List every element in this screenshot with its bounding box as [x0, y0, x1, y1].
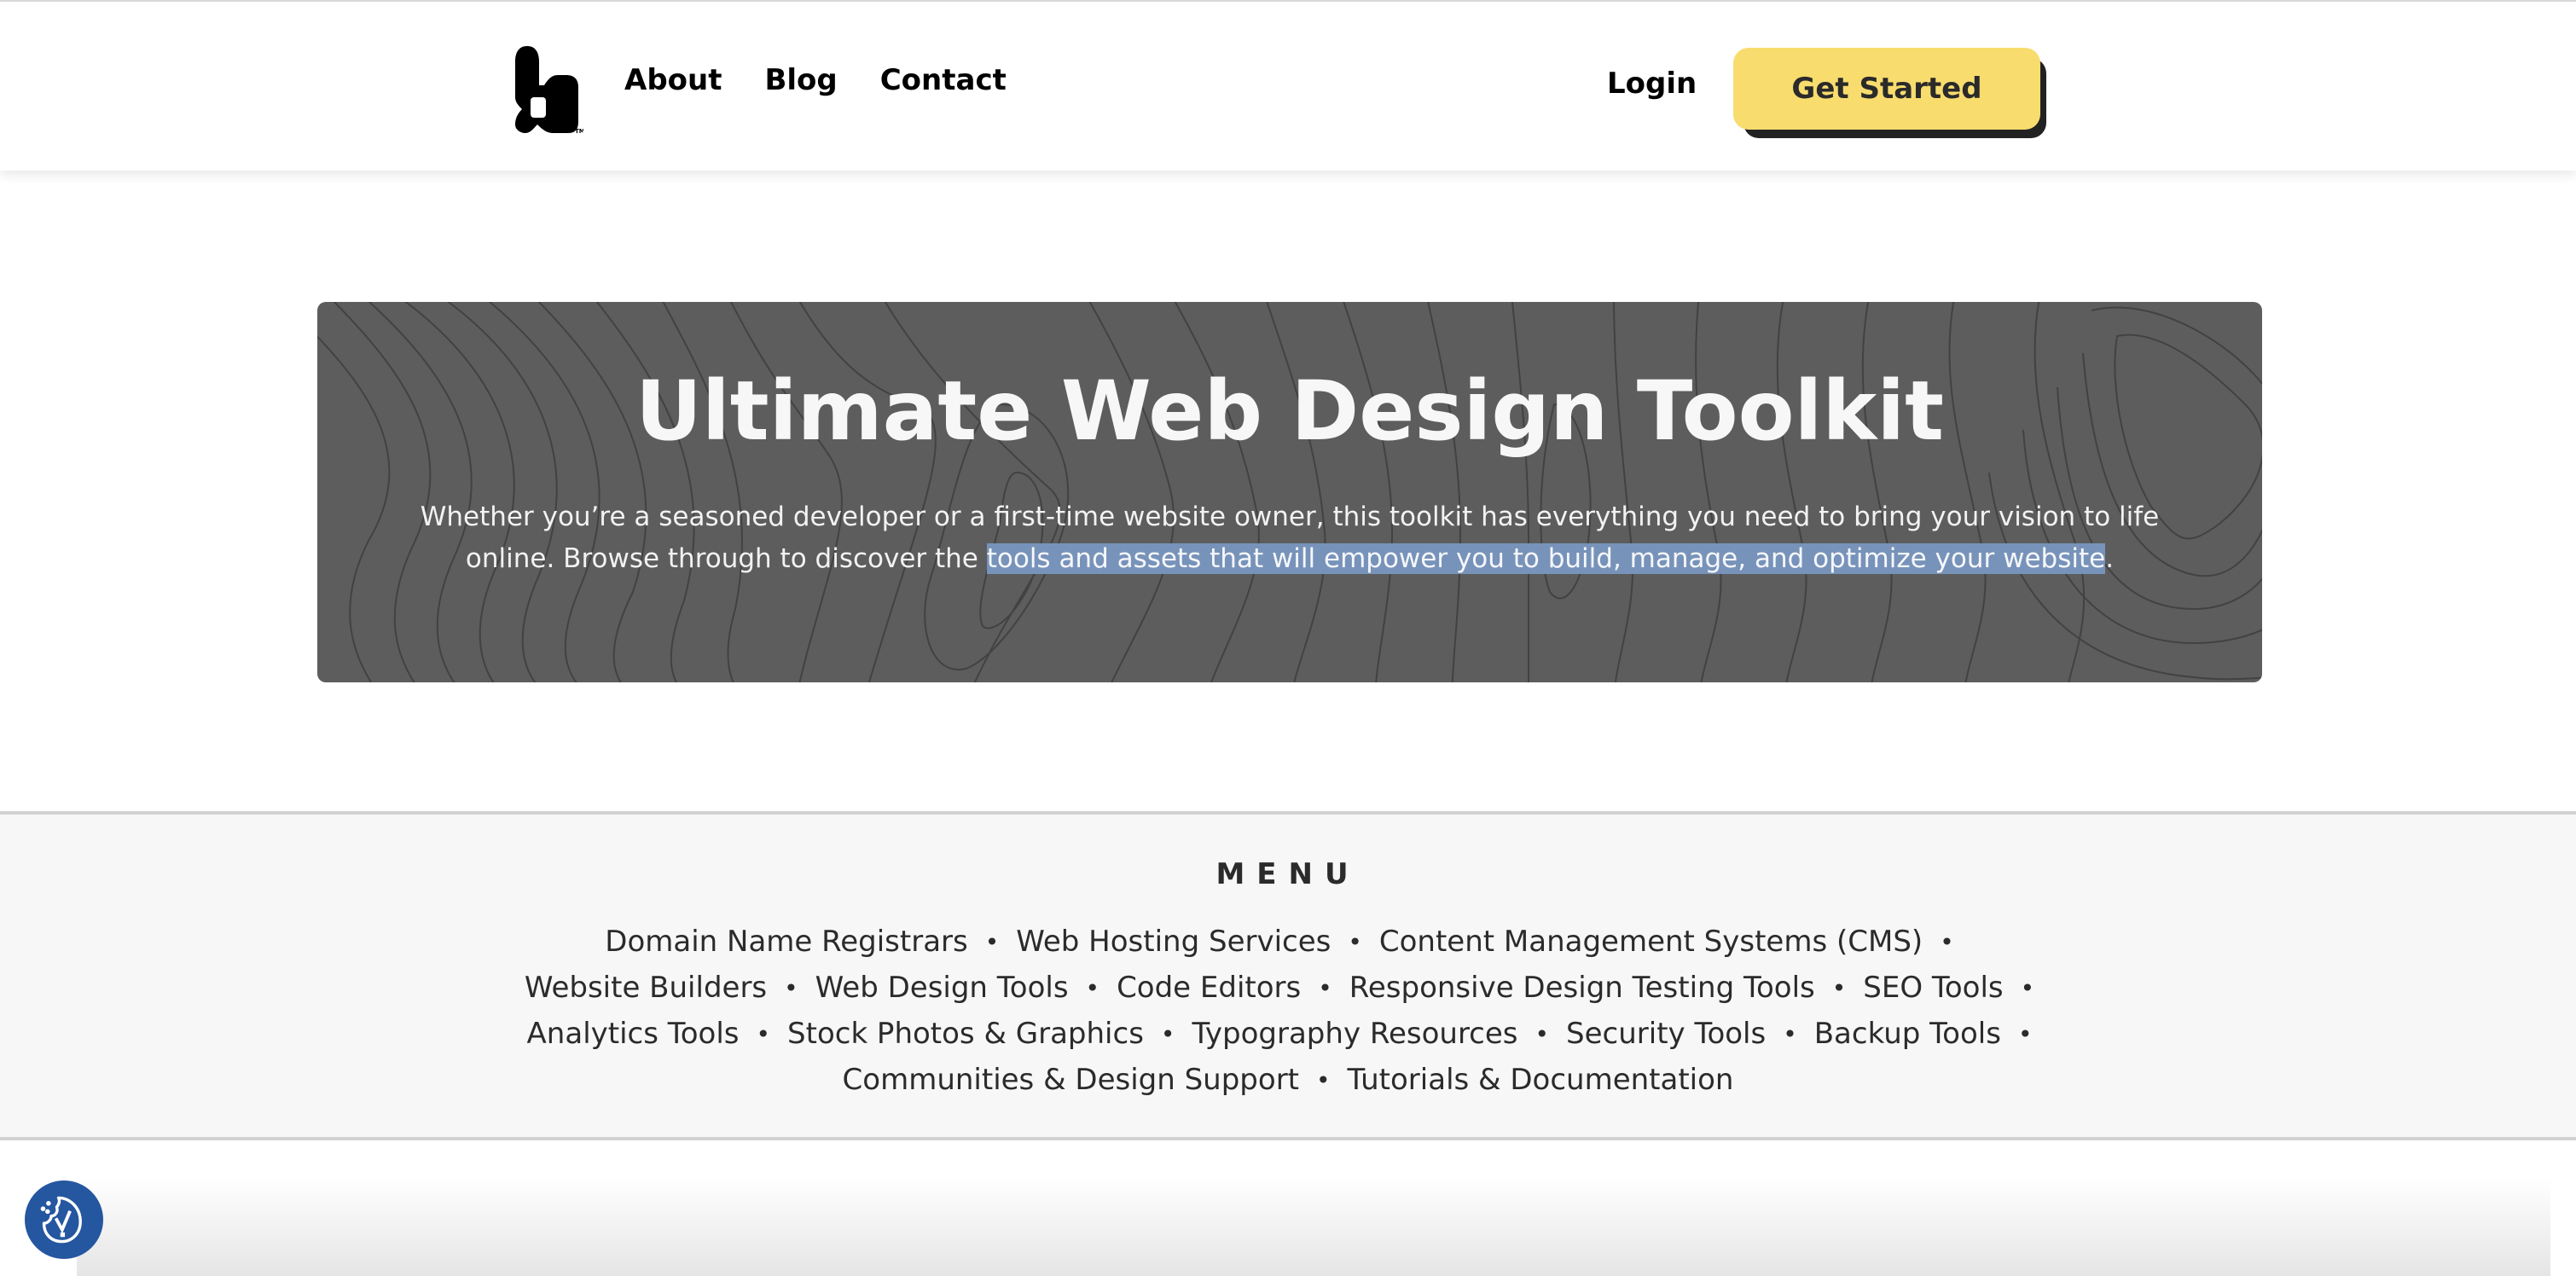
menu-line: Communities & Design Support • Tutorials &… — [0, 1057, 2576, 1103]
menu-line: Domain Name Registrars • Web Hosting Servi… — [0, 919, 2576, 965]
menu-link[interactable]: Tutorials & Documentation — [1348, 1063, 1734, 1097]
hero-banner: Ultimate Web Design Toolkit Whether you’… — [317, 302, 2262, 682]
menu-link[interactable]: Web Hosting Services — [1016, 925, 1331, 959]
menu-link[interactable]: Stock Photos & Graphics — [787, 1017, 1144, 1051]
menu-separator: • — [2017, 1019, 2033, 1048]
menu-separator: • — [1160, 1019, 1175, 1048]
menu-link[interactable]: Communities & Design Support — [843, 1063, 1299, 1097]
get-started-wrapper: Get Started — [1733, 48, 2047, 138]
main-nav: About Blog Contact — [624, 63, 1007, 97]
menu-separator: • — [1318, 973, 1332, 1002]
menu-link[interactable]: Code Editors — [1117, 971, 1301, 1005]
topographic-pattern — [317, 302, 2262, 682]
menu-separator: • — [984, 927, 1000, 956]
hero-description-line1: Whether you’re a seasoned developer or a… — [420, 502, 2160, 532]
menu-separator: • — [1348, 927, 1362, 956]
menu-separator: • — [1316, 1065, 1331, 1094]
menu-separator: • — [1831, 973, 1847, 1002]
menu-link[interactable]: SEO Tools — [1863, 971, 2003, 1005]
site-header: TM About Blog Contact Login Get Started — [0, 0, 2576, 171]
menu-heading: MENU — [1215, 857, 1361, 891]
menu-separator: • — [1535, 1019, 1550, 1048]
menu-link[interactable]: Security Tools — [1566, 1017, 1766, 1051]
menu-line: Website Builders • Web Design Tools • Code E… — [0, 965, 2576, 1011]
selected-text: tools and assets that will empower you t… — [986, 543, 2106, 574]
menu-link[interactable]: Backup Tools — [1814, 1017, 2001, 1051]
menu-separator: • — [756, 1019, 771, 1048]
menu-separator: • — [784, 973, 798, 1002]
menu-section: MENU Domain Name Registrars • Web Hosting … — [0, 811, 2576, 1140]
menu-link[interactable]: Analytics Tools — [527, 1017, 740, 1051]
menu-separator: • — [1783, 1019, 1797, 1048]
nav-blog[interactable]: Blog — [764, 63, 837, 97]
menu-link[interactable]: Typography Resources — [1192, 1017, 1517, 1051]
menu-separator: • — [1940, 927, 1954, 956]
menu-link[interactable]: Website Builders — [525, 971, 767, 1005]
login-link[interactable]: Login — [1607, 67, 1697, 101]
menu-link[interactable]: Responsive Design Testing Tools — [1349, 971, 1815, 1005]
menu-links: Domain Name Registrars • Web Hosting Servi… — [0, 919, 2576, 1103]
logo-icon: TM — [515, 46, 585, 135]
hero-description-line2-start: online. Browse through to discover the — [465, 543, 987, 574]
logo-link[interactable]: TM — [512, 44, 585, 135]
menu-link[interactable]: Content Management Systems (CMS) — [1379, 925, 1923, 959]
trademark-label: TM — [575, 128, 583, 133]
get-started-button[interactable]: Get Started — [1733, 48, 2040, 130]
hero-description: Whether you’re a seasoned developer or a… — [394, 496, 2185, 580]
bottom-panel-shadow — [77, 1177, 2550, 1276]
menu-line: Analytics Tools • Stock Photos & Graphics •… — [0, 1011, 2576, 1057]
cookie-consent-icon — [40, 1196, 82, 1244]
menu-link[interactable]: Domain Name Registrars — [605, 925, 967, 959]
menu-separator: • — [1085, 973, 1100, 1002]
hero-description-line2-end: . — [2105, 543, 2115, 574]
cookie-consent-button[interactable] — [25, 1180, 103, 1259]
nav-about[interactable]: About — [624, 63, 722, 97]
menu-link[interactable]: Web Design Tools — [815, 971, 1069, 1005]
nav-contact[interactable]: Contact — [880, 63, 1007, 97]
hero-title: Ultimate Web Design Toolkit — [635, 363, 1945, 459]
menu-separator: • — [2020, 973, 2035, 1002]
